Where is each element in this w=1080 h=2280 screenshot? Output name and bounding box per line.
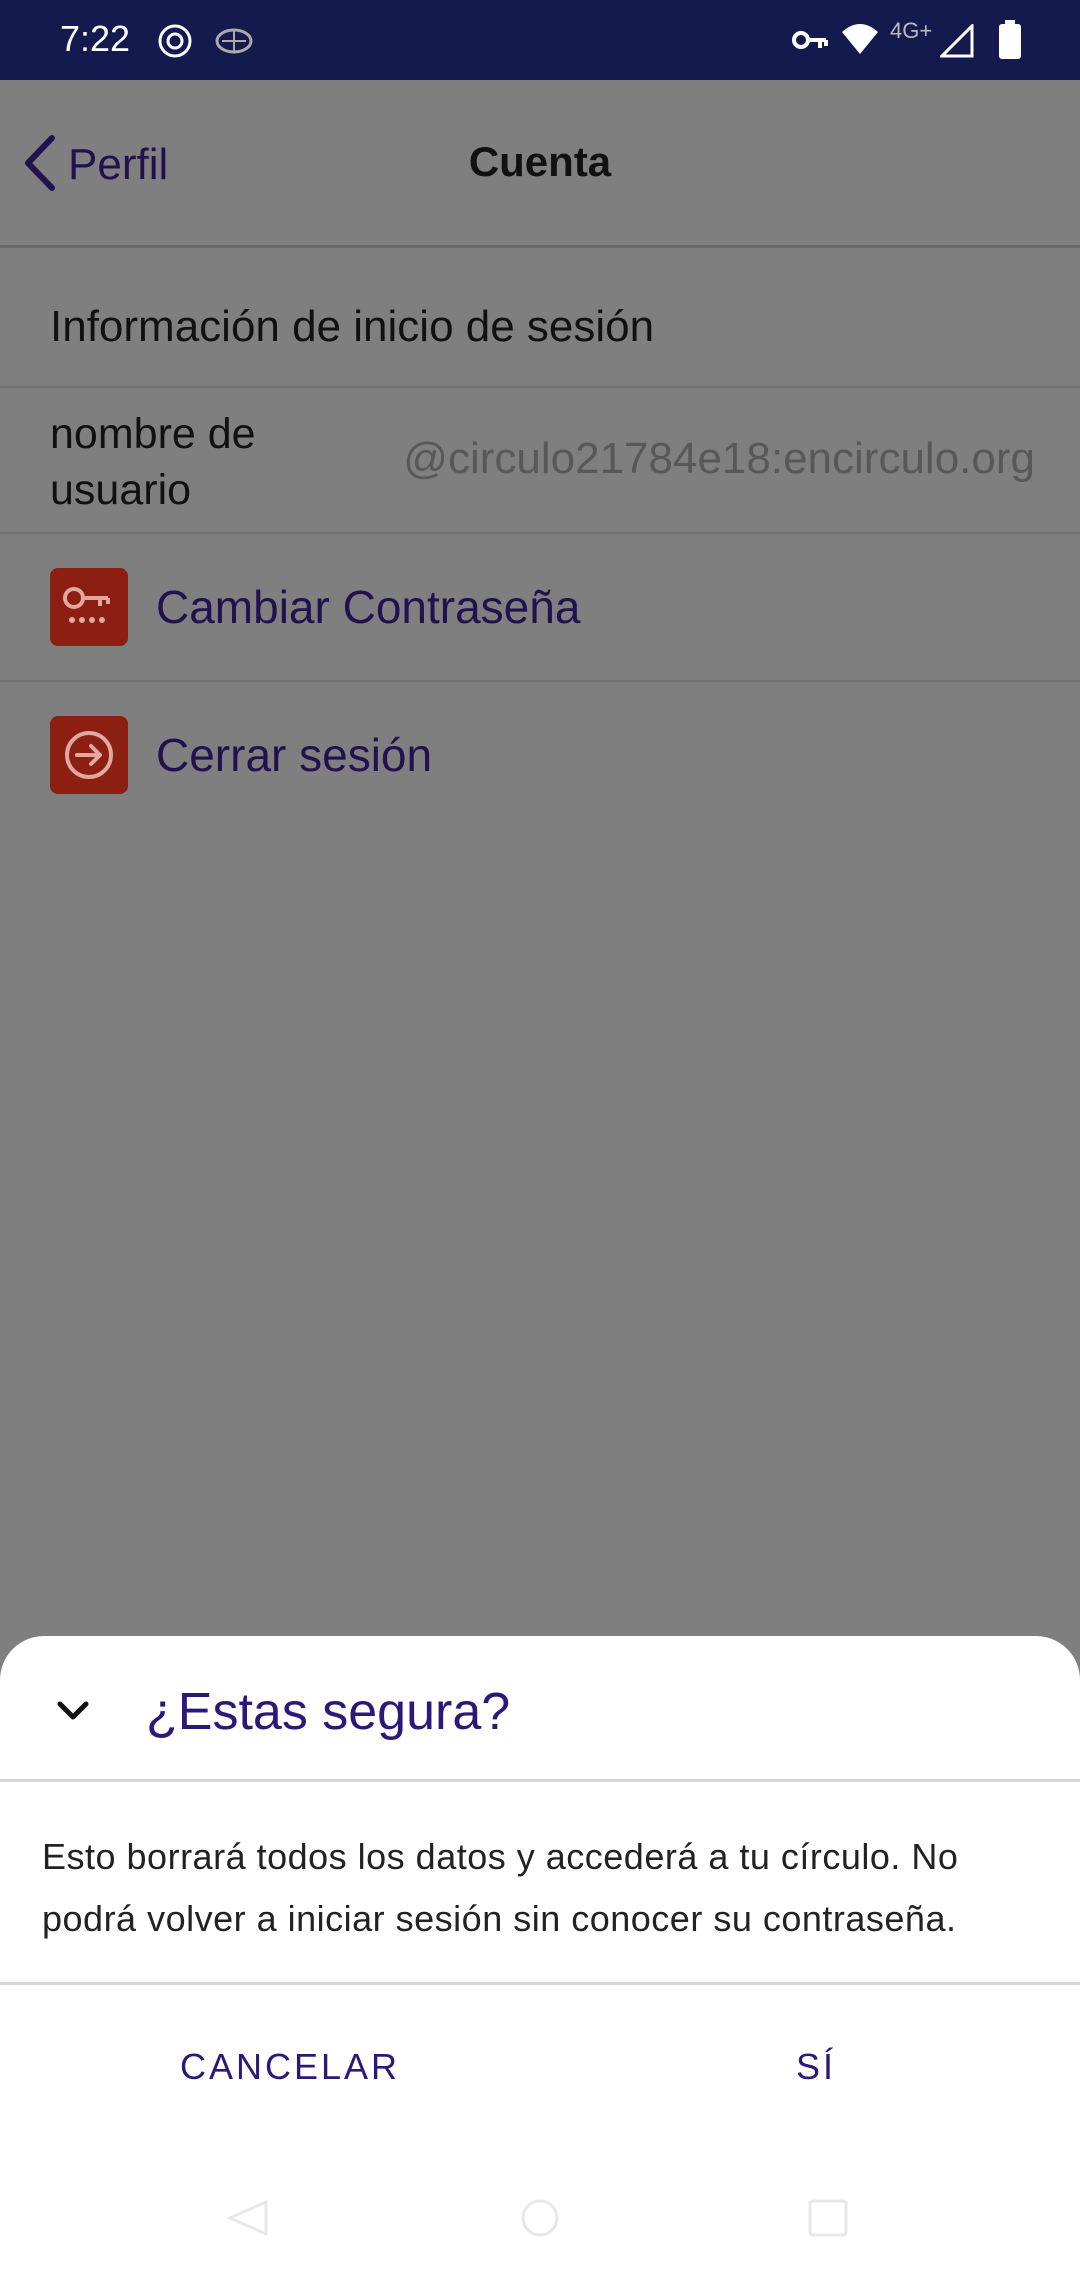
account-screen: Perfil Cuenta Información de inicio de s… bbox=[0, 80, 1080, 1640]
confirm-button[interactable]: SÍ bbox=[796, 2046, 836, 2088]
dialog-message: Esto borrará todos los datos y accederá … bbox=[42, 1836, 959, 1939]
network-type: 4G+ bbox=[890, 18, 933, 43]
change-password-label: Cambiar Contraseña bbox=[156, 581, 581, 633]
logout-icon bbox=[50, 716, 128, 794]
signal-icon bbox=[938, 22, 974, 63]
vpn-key-icon bbox=[792, 28, 828, 57]
divider bbox=[0, 386, 1080, 388]
logout-button[interactable]: Cerrar sesión bbox=[0, 682, 1080, 828]
wifi-icon bbox=[840, 22, 880, 61]
status-time: 7:22 bbox=[60, 18, 131, 59]
top-nav-bar: Perfil Cuenta bbox=[0, 80, 1080, 248]
logout-label: Cerrar sesión bbox=[156, 729, 433, 781]
username-value: @circulo21784e18:encirculo.org bbox=[403, 434, 1035, 483]
nav-recents-icon[interactable] bbox=[806, 2198, 850, 2243]
key-icon bbox=[50, 568, 128, 646]
openai-icon bbox=[156, 22, 194, 65]
confirm-bottom-sheet: ¿Estas segura? Esto borrará todos los da… bbox=[0, 1636, 1080, 2280]
cancel-button[interactable]: CANCELAR bbox=[180, 2046, 400, 2088]
dialog-title: ¿Estas segura? bbox=[146, 1683, 511, 1741]
sheet-header: ¿Estas segura? bbox=[0, 1636, 1080, 1782]
divider bbox=[0, 1982, 1080, 1985]
change-password-button[interactable]: Cambiar Contraseña bbox=[0, 534, 1080, 680]
nav-back-icon[interactable] bbox=[226, 2198, 270, 2243]
battery-icon bbox=[998, 20, 1022, 65]
chevron-down-icon bbox=[48, 1701, 98, 1740]
collapse-button[interactable] bbox=[48, 1686, 98, 1736]
section-title: Información de inicio de sesión bbox=[50, 302, 655, 351]
brain-icon bbox=[214, 26, 254, 61]
username-label: nombre de usuario bbox=[50, 410, 256, 514]
nav-home-icon[interactable] bbox=[518, 2198, 562, 2243]
status-bar: 7:22 4G+ bbox=[0, 0, 1080, 80]
page-title: Cuenta bbox=[468, 138, 612, 185]
